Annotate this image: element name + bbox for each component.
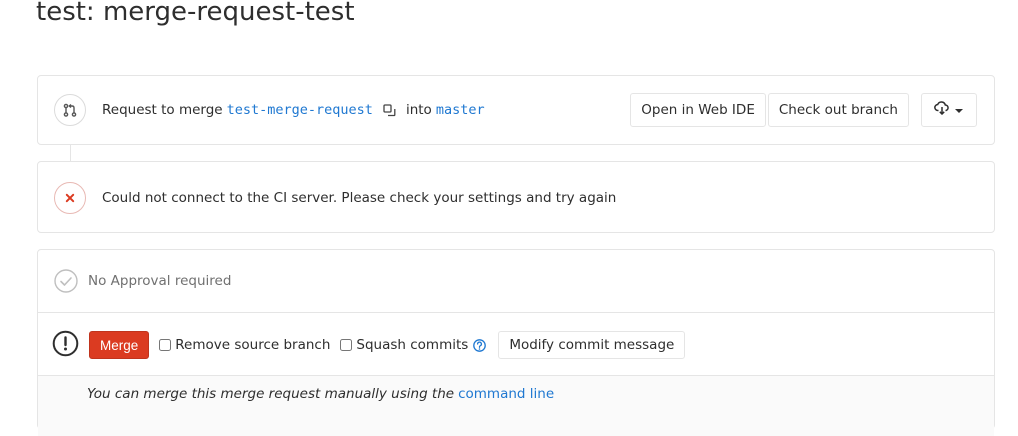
manual-merge-hint: You can merge this merge request manuall…: [87, 386, 554, 402]
ci-status-message: Could not connect to the CI server. Plea…: [102, 190, 617, 206]
mr-approvals-widget: No Approval required Merge Remove source…: [37, 249, 995, 436]
status-failed-icon: [54, 182, 86, 214]
divider: [38, 312, 994, 313]
chevron-down-icon: [954, 102, 964, 118]
target-branch-link[interactable]: master: [436, 102, 485, 118]
command-line-link[interactable]: command line: [458, 386, 554, 402]
into-label: into: [405, 102, 432, 118]
request-to-merge-label: Request to merge: [102, 102, 223, 118]
remove-source-branch-option[interactable]: Remove source branch: [159, 337, 330, 353]
merge-request-icon: [54, 94, 86, 126]
squash-commits-label: Squash commits: [356, 337, 469, 353]
merge-button[interactable]: Merge: [89, 331, 150, 359]
squash-commits-checkbox[interactable]: [340, 339, 353, 351]
merge-actions-row: Merge Remove source branch Squash commit…: [52, 330, 686, 361]
mr-source-target: Request to merge test-merge-request into…: [54, 93, 485, 127]
modify-commit-message-button[interactable]: Modify commit message: [498, 331, 686, 359]
download-dropdown-button[interactable]: [921, 93, 977, 127]
widget-connector: [70, 145, 71, 161]
check-out-branch-button[interactable]: Check out branch: [767, 93, 909, 127]
approval-row: No Approval required: [54, 266, 231, 296]
squash-commits-option[interactable]: Squash commits: [340, 337, 468, 353]
manual-merge-section: [38, 376, 994, 436]
ci-status-widget: Could not connect to the CI server. Plea…: [37, 161, 995, 233]
cloud-download-icon: [934, 101, 950, 119]
page-title: test: merge-request-test: [36, 0, 355, 27]
source-branch-link[interactable]: test-merge-request: [227, 102, 373, 118]
remove-source-branch-checkbox[interactable]: [159, 339, 172, 351]
ci-status-row: Could not connect to the CI server. Plea…: [54, 181, 616, 215]
exclamation-circle-icon: [52, 330, 79, 361]
copy-branch-icon[interactable]: [383, 103, 396, 117]
question-circle-icon[interactable]: [473, 338, 487, 352]
mr-widget-header: Request to merge test-merge-request into…: [37, 75, 995, 145]
approval-check-icon: [54, 269, 78, 293]
remove-source-branch-label: Remove source branch: [175, 337, 331, 353]
manual-merge-text: You can merge this merge request manuall…: [87, 386, 455, 402]
open-web-ide-button[interactable]: Open in Web IDE: [630, 93, 766, 127]
mr-actions: Open in Web IDE Check out branch: [630, 93, 977, 127]
approval-status-text: No Approval required: [88, 273, 232, 289]
mr-branch-info: Request to merge test-merge-request into…: [102, 102, 485, 118]
